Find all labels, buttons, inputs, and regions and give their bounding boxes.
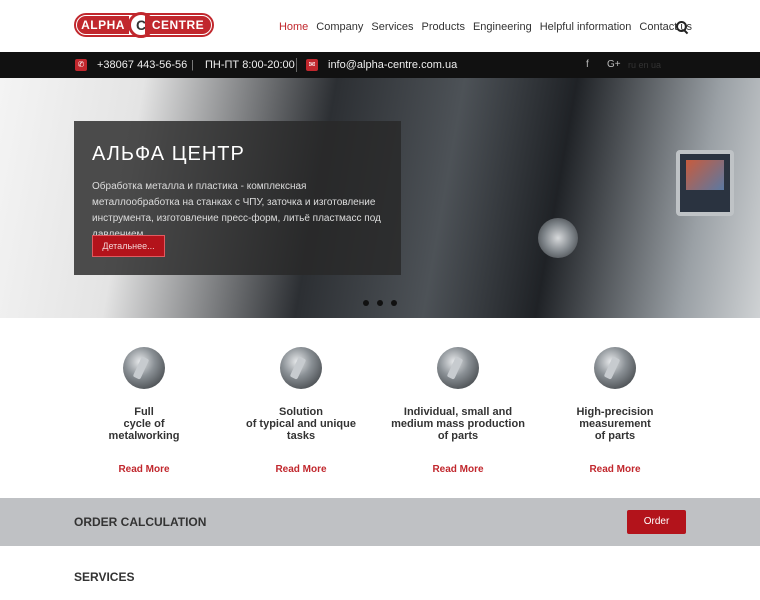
facebook-icon[interactable]: f bbox=[586, 58, 589, 72]
alpha-centre-logo[interactable]: ALPHA C CENTRE bbox=[74, 12, 214, 38]
order-title: ORDER CALCULATION bbox=[74, 515, 207, 529]
main-nav: Home Company Services Products Engineeri… bbox=[279, 21, 692, 33]
cnc-spindle-image bbox=[538, 218, 578, 258]
feature-title: Full cycle of metalworking bbox=[108, 406, 180, 442]
hero-caption: АЛЬФА ЦЕНТР Обработка металла и пластика… bbox=[74, 121, 401, 275]
order-button[interactable]: Order bbox=[627, 510, 686, 534]
nav-company[interactable]: Company bbox=[316, 21, 363, 33]
google-plus-icon[interactable]: G+ bbox=[607, 58, 621, 72]
read-more-link[interactable]: Read More bbox=[537, 464, 693, 475]
contact-bar: ✆ +38067 443-56-56 | ПН-ПТ 8:00-20:00 ✉ … bbox=[0, 52, 760, 78]
logo-text-right: CENTRE bbox=[145, 16, 211, 34]
separator: | bbox=[191, 59, 194, 71]
feature-item: High-precision measurement of parts Read… bbox=[537, 318, 693, 498]
read-more-link[interactable]: Read More bbox=[223, 464, 379, 475]
features-section: Full cycle of metalworking Read More Sol… bbox=[66, 318, 694, 498]
read-more-link[interactable]: Read More bbox=[380, 464, 536, 475]
nav-products[interactable]: Products bbox=[422, 21, 465, 33]
nav-home[interactable]: Home bbox=[279, 21, 308, 33]
slider-dots bbox=[363, 300, 397, 306]
feature-title: Individual, small and medium mass produc… bbox=[391, 406, 525, 442]
feature-image bbox=[437, 347, 479, 389]
slider-dot-1[interactable] bbox=[363, 300, 369, 306]
read-more-link[interactable]: Read More bbox=[66, 464, 222, 475]
nav-helpful-information[interactable]: Helpful information bbox=[540, 21, 632, 33]
feature-image bbox=[123, 347, 165, 389]
hero-more-button[interactable]: Детальнее... bbox=[92, 235, 165, 257]
feature-item: Solution of typical and unique tasks Rea… bbox=[223, 318, 379, 498]
order-calculation-bar: ORDER CALCULATION Order bbox=[0, 498, 760, 546]
language-switcher[interactable]: ru en ua bbox=[628, 58, 661, 72]
working-hours: ПН-ПТ 8:00-20:00 bbox=[205, 59, 295, 71]
mail-icon: ✉ bbox=[306, 59, 318, 71]
logo-text-left: ALPHA bbox=[77, 16, 129, 34]
email-link[interactable]: info@alpha-centre.com.ua bbox=[328, 59, 457, 71]
feature-image bbox=[280, 347, 322, 389]
services-heading: SERVICES bbox=[74, 570, 135, 584]
slider-dot-2[interactable] bbox=[377, 300, 383, 306]
feature-item: Full cycle of metalworking Read More bbox=[66, 318, 222, 498]
slider-dot-3[interactable] bbox=[391, 300, 397, 306]
nav-services[interactable]: Services bbox=[371, 21, 413, 33]
feature-image bbox=[594, 347, 636, 389]
hero-slider: АЛЬФА ЦЕНТР Обработка металла и пластика… bbox=[0, 78, 760, 318]
feature-title: High-precision measurement of parts bbox=[576, 406, 654, 442]
hero-title: АЛЬФА ЦЕНТР bbox=[92, 143, 245, 165]
site-header: ALPHA C CENTRE Home Company Services Pro… bbox=[0, 0, 760, 52]
cnc-control-panel-image bbox=[676, 150, 734, 216]
feature-item: Individual, small and medium mass produc… bbox=[380, 318, 536, 498]
phone-number[interactable]: +38067 443-56-56 bbox=[97, 59, 187, 71]
search-icon[interactable] bbox=[676, 21, 688, 33]
feature-title: Solution of typical and unique tasks bbox=[245, 406, 356, 442]
phone-icon: ✆ bbox=[75, 59, 87, 71]
nav-engineering[interactable]: Engineering bbox=[473, 21, 532, 33]
divider bbox=[296, 58, 297, 72]
hero-description: Обработка металла и пластика - комплексн… bbox=[92, 181, 381, 240]
